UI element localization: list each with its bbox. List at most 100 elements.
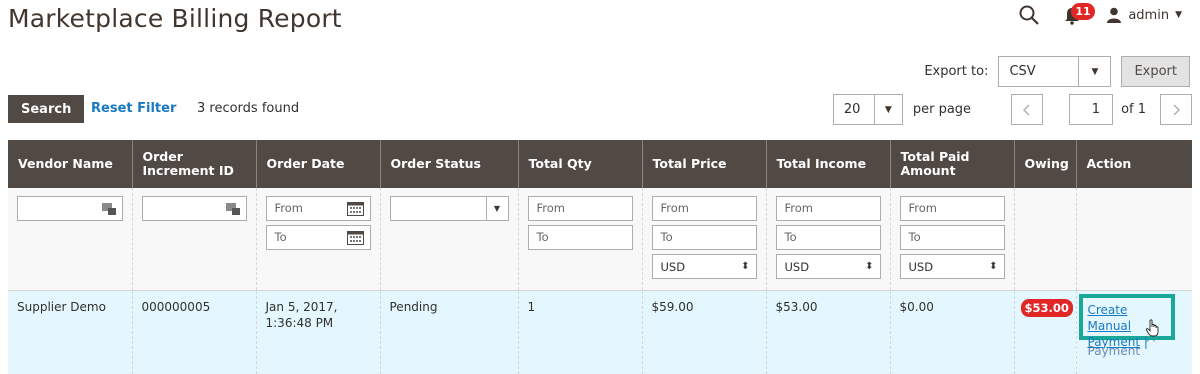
create-manual-payment-link[interactable]: Create Manual Payment xyxy=(1088,303,1141,349)
export-controls: Export to: CSV ▼ Export xyxy=(924,56,1190,87)
column-header-order-increment-id[interactable]: Order Increment ID xyxy=(131,140,256,188)
highlighted-action-box: Create Manual Payment | xyxy=(1078,293,1175,349)
vendor-name-filter-input[interactable] xyxy=(17,196,123,221)
filter-cell: From To xyxy=(255,188,380,291)
column-header-order-date[interactable]: Order Date xyxy=(255,140,380,188)
price-to-placeholder: To xyxy=(660,230,673,244)
date-to-placeholder: To xyxy=(274,230,287,244)
total-paid-to-input[interactable]: To xyxy=(899,225,1005,250)
column-header-total-price[interactable]: Total Price xyxy=(641,140,766,188)
total-paid-cell: $0.00 xyxy=(889,290,1014,374)
filter-cell xyxy=(8,188,132,291)
column-header-vendor-name[interactable]: Vendor Name xyxy=(8,140,132,188)
next-page-button[interactable] xyxy=(1160,94,1192,125)
column-header-owing[interactable]: Owing xyxy=(1013,140,1076,188)
price-from-placeholder: From xyxy=(660,201,690,215)
grid-toolbar: Search Reset Filter 3 records found 20 ▼… xyxy=(8,94,1192,125)
chevron-updown-icon: ⬍ xyxy=(741,261,750,272)
filter-cell: From To USD ⬍ xyxy=(641,188,766,291)
column-header-action: Action xyxy=(1075,140,1192,188)
column-header-total-paid-amount[interactable]: Total Paid Amount xyxy=(889,140,1014,188)
increment-id-cell: 000000005 xyxy=(131,290,256,374)
chevron-right-icon xyxy=(1173,104,1180,115)
previous-page-button[interactable] xyxy=(1011,94,1044,125)
table-row: Supplier Demo 000000005 Jan 5, 2017, 1:3… xyxy=(8,290,1192,374)
records-count: 3 records found xyxy=(197,101,300,116)
chevron-updown-icon: ⬍ xyxy=(989,261,998,272)
currency-value: USD xyxy=(784,259,810,274)
header-actions: 11 admin ▼ xyxy=(1018,3,1182,26)
export-label: Export to: xyxy=(924,64,989,79)
order-date-cell: Jan 5, 2017, 1:36:48 PM xyxy=(255,290,380,374)
currency-value: USD xyxy=(660,259,686,274)
order-increment-id-filter-input[interactable] xyxy=(141,196,247,221)
total-price-currency-select[interactable]: USD ⬍ xyxy=(651,254,757,279)
total-price-from-input[interactable]: From xyxy=(651,196,757,221)
column-header-total-income[interactable]: Total Income xyxy=(765,140,890,188)
income-to-placeholder: To xyxy=(784,230,797,244)
date-from-placeholder: From xyxy=(274,201,304,215)
filter-row: From To ▼ From To From To USD ⬍ From To … xyxy=(8,188,1192,291)
order-status-cell: Pending xyxy=(379,290,518,374)
order-status-filter-select[interactable]: ▼ xyxy=(389,196,509,221)
total-price-cell: $59.00 xyxy=(641,290,766,374)
vendor-name-cell: Supplier Demo xyxy=(8,290,132,374)
filter-cell: From To USD ⬍ xyxy=(765,188,890,291)
page-count: of 1 xyxy=(1121,102,1146,117)
text-filter-icon xyxy=(225,203,240,215)
qty-from-placeholder: From xyxy=(536,201,566,215)
filter-cell xyxy=(131,188,256,291)
chevron-down-icon: ▼ xyxy=(873,95,902,124)
page-title: Marketplace Billing Report xyxy=(8,4,342,33)
currency-value: USD xyxy=(908,259,934,274)
column-header-order-status[interactable]: Order Status xyxy=(379,140,518,188)
action-cell: Create Paypal Payment Create Manual Paym… xyxy=(1075,290,1192,374)
export-format-value: CSV xyxy=(1009,64,1036,79)
export-button[interactable]: Export xyxy=(1121,56,1190,87)
chevron-left-icon xyxy=(1023,104,1030,115)
per-page-label: per page xyxy=(912,102,972,117)
text-filter-icon xyxy=(101,203,116,215)
per-page-value: 20 xyxy=(843,102,861,117)
total-paid-currency-select[interactable]: USD ⬍ xyxy=(899,254,1005,279)
billing-grid: Vendor Name Order Increment ID Order Dat… xyxy=(8,140,1192,374)
search-button[interactable]: Search xyxy=(8,95,85,123)
filter-cell: From To USD ⬍ xyxy=(889,188,1014,291)
user-name: admin xyxy=(1128,7,1170,23)
per-page-select[interactable]: 20 ▼ xyxy=(832,94,903,125)
pager: 20 ▼ per page 1 of 1 xyxy=(832,94,1192,125)
paid-to-placeholder: To xyxy=(908,230,921,244)
grid-header-row: Vendor Name Order Increment ID Order Dat… xyxy=(8,140,1192,188)
filter-cell: From To xyxy=(517,188,642,291)
total-qty-from-input[interactable]: From xyxy=(527,196,633,221)
notification-count-badge: 11 xyxy=(1071,3,1095,20)
page-number-input[interactable]: 1 xyxy=(1069,94,1114,125)
total-paid-from-input[interactable]: From xyxy=(899,196,1005,221)
user-icon xyxy=(1107,7,1122,23)
total-price-to-input[interactable]: To xyxy=(651,225,757,250)
owing-badge: $53.00 xyxy=(1020,298,1073,317)
total-income-currency-select[interactable]: USD ⬍ xyxy=(775,254,881,279)
order-date-from-input[interactable]: From xyxy=(265,196,371,221)
qty-to-placeholder: To xyxy=(536,230,549,244)
chevron-down-icon: ▼ xyxy=(1175,10,1182,20)
calendar-icon[interactable] xyxy=(346,230,364,245)
income-from-placeholder: From xyxy=(784,201,814,215)
chevron-down-icon: ▼ xyxy=(1078,57,1110,86)
chevron-updown-icon: ⬍ xyxy=(865,261,874,272)
calendar-icon[interactable] xyxy=(346,201,364,216)
notifications-bell[interactable]: 11 xyxy=(1064,3,1095,26)
export-format-select[interactable]: CSV ▼ xyxy=(998,56,1112,87)
search-icon[interactable] xyxy=(1018,4,1040,26)
total-qty-cell: 1 xyxy=(517,290,642,374)
total-income-from-input[interactable]: From xyxy=(775,196,881,221)
total-qty-to-input[interactable]: To xyxy=(527,225,633,250)
order-date-to-input[interactable]: To xyxy=(265,225,371,250)
filter-cell: ▼ xyxy=(379,188,518,291)
reset-filter-link[interactable]: Reset Filter xyxy=(91,101,176,116)
filter-cell xyxy=(1075,188,1192,291)
paid-from-placeholder: From xyxy=(908,201,938,215)
column-header-total-qty[interactable]: Total Qty xyxy=(517,140,642,188)
user-menu[interactable]: admin ▼ xyxy=(1106,7,1182,23)
total-income-to-input[interactable]: To xyxy=(775,225,881,250)
